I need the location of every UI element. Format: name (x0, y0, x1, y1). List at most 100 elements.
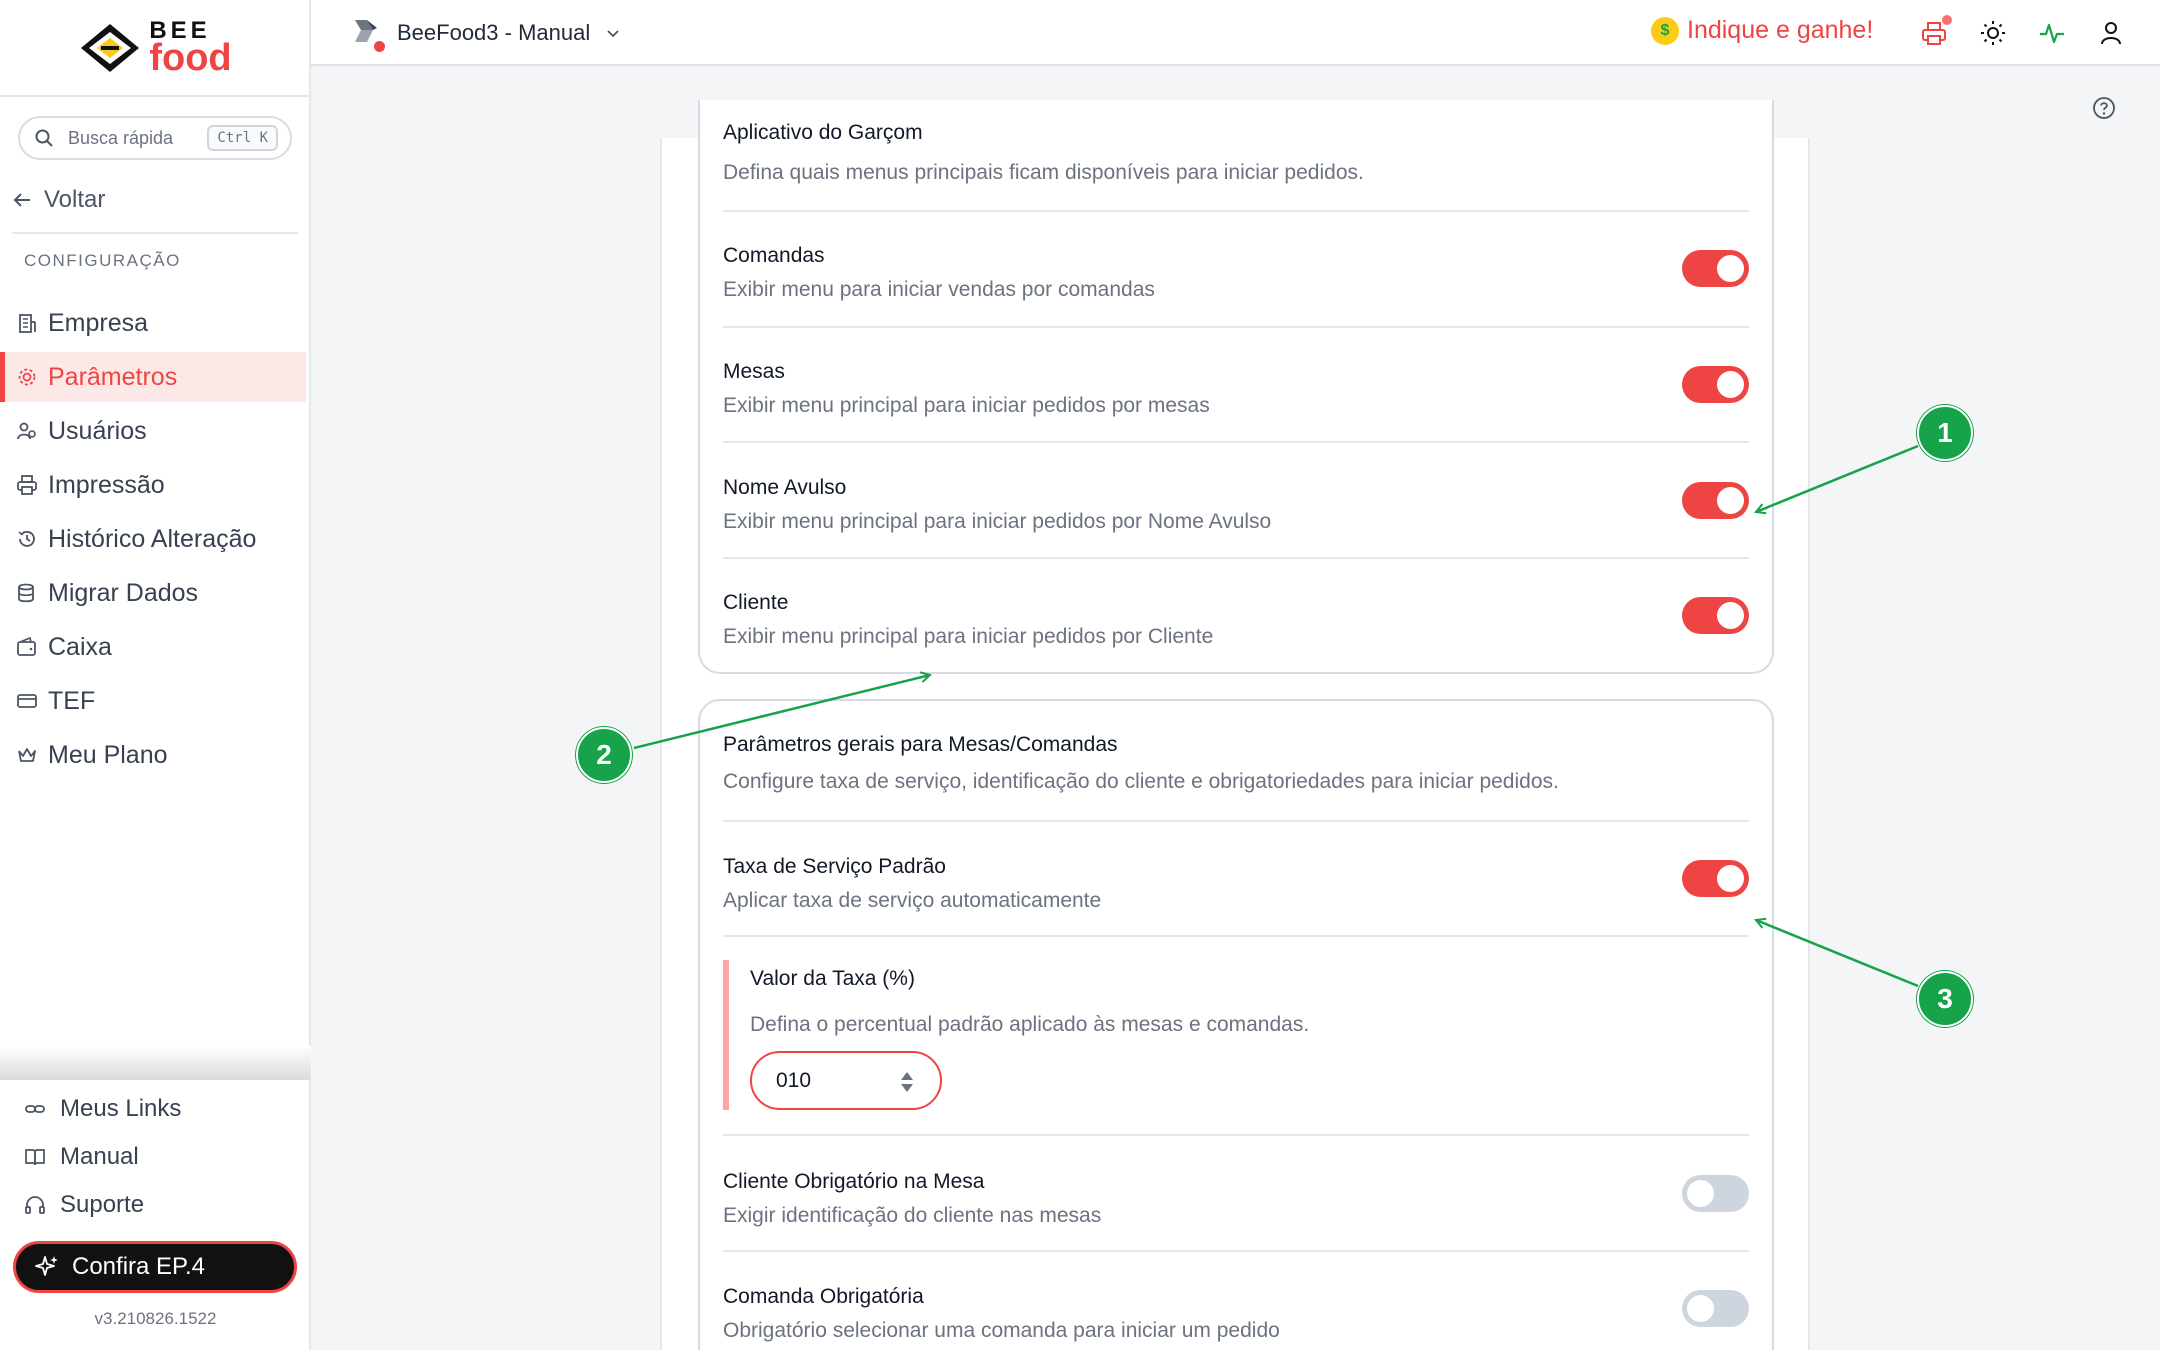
setting-title: Mesas (723, 360, 785, 383)
help-button[interactable] (2092, 96, 2116, 120)
toggle-knob (1687, 1180, 1714, 1207)
sidebar-item-label: Usuários (48, 416, 147, 445)
sidebar-item-caixa[interactable]: Caixa (0, 622, 311, 672)
link-label: Suporte (60, 1191, 145, 1218)
setting-desc: Exibir menu principal para iniciar pedid… (723, 394, 1210, 417)
group2-header-title: Parâmetros gerais para Mesas/Comandas (723, 733, 1118, 756)
status-button[interactable] (2038, 19, 2066, 47)
crown-icon (18, 748, 36, 762)
divider (723, 441, 1749, 443)
divider (723, 557, 1749, 559)
divider (723, 1134, 1749, 1136)
toggle-nome-avulso[interactable] (1682, 482, 1749, 519)
setting-row-mesas: Mesas Exibir menu principal para iniciar… (723, 360, 1749, 418)
link-label: Meus Links (60, 1095, 182, 1122)
sparkles-icon (35, 1256, 58, 1276)
link-suporte[interactable]: Suporte (0, 1181, 311, 1229)
sidebar-item-label: Parâmetros (48, 362, 178, 391)
toggle-knob (1717, 255, 1744, 282)
divider (723, 210, 1749, 212)
toggle-knob (1717, 602, 1744, 629)
activity-icon (2040, 23, 2064, 44)
fee-value-text: 010 (776, 1068, 812, 1092)
company-status-dot (374, 41, 385, 52)
toggle-cliente[interactable] (1682, 597, 1749, 634)
toggle-comanda-obrigatoria[interactable] (1682, 1290, 1749, 1327)
company-selector[interactable]: BeeFood3 - Manual (347, 14, 622, 52)
sidebar-item-meu-plano[interactable]: Meu Plano (0, 730, 311, 780)
setting-title: Comanda Obrigatória (723, 1285, 924, 1308)
toggle-cliente-obrigatorio[interactable] (1682, 1175, 1749, 1212)
sun-icon (1981, 21, 2005, 45)
toggle-knob (1687, 1295, 1714, 1322)
promo-button[interactable]: Confira EP.4 (13, 1241, 297, 1293)
user-menu-button[interactable] (2097, 19, 2125, 47)
sidebar-item-label: Migrar Dados (48, 578, 199, 607)
link-manual[interactable]: Manual (0, 1133, 311, 1181)
sidebar-bottom-shade (0, 1046, 311, 1080)
referral-link[interactable]: $ Indique e ganhe! (1651, 16, 1873, 45)
back-link[interactable]: Voltar (12, 186, 105, 214)
sidebar-item-empresa[interactable]: Empresa (0, 298, 311, 348)
fee-value-title: Valor da Taxa (%) (750, 967, 915, 990)
quick-search[interactable]: Busca rápida Ctrl K (18, 116, 292, 160)
brand-logo[interactable]: BEE food (0, 0, 311, 97)
database-icon (18, 583, 34, 603)
logo-text-food: food (149, 36, 232, 79)
sidebar-item-label: Meu Plano (48, 740, 168, 769)
money-face-icon: $ (1651, 16, 1679, 45)
section-label: CONFIGURAÇÃO (24, 251, 181, 270)
setting-row-cliente: Cliente Exibir menu principal para inici… (723, 591, 1749, 649)
fee-value-input[interactable]: 010 (750, 1051, 942, 1110)
search-shortcut-badge: Ctrl K (207, 125, 278, 151)
chevron-down-icon (607, 30, 619, 38)
sidebar-item-parametros[interactable]: Parâmetros (0, 352, 306, 402)
sidebar-item-usuarios[interactable]: Usuários (0, 406, 311, 456)
sidebar-item-impressao[interactable]: Impressão (0, 460, 311, 510)
search-icon (35, 129, 53, 147)
headset-icon (25, 1196, 45, 1214)
divider (723, 1250, 1749, 1252)
setting-desc: Exibir menu principal para iniciar pedid… (723, 510, 1272, 533)
annotation-badge-3: 3 (1917, 971, 1973, 1027)
sidebar-nav: Empresa Parâmetros Usuários Impressão Hi… (0, 298, 311, 784)
setting-desc: Exibir menu para iniciar vendas por coma… (723, 278, 1155, 301)
gear-icon (18, 368, 36, 386)
theme-toggle-button[interactable] (1979, 19, 2007, 47)
sidebar-item-label: Impressão (48, 470, 165, 499)
toggle-mesas[interactable] (1682, 366, 1749, 403)
group1-header-title: Aplicativo do Garçom (723, 121, 923, 144)
stepper-icon[interactable] (900, 1070, 914, 1094)
sidebar-item-label: TEF (48, 686, 96, 715)
toggle-knob (1717, 865, 1744, 892)
sidebar-item-historico[interactable]: Histórico Alteração (0, 514, 311, 564)
annotation-badge-2: 2 (576, 727, 632, 783)
divider (723, 326, 1749, 328)
printer-icon (17, 475, 37, 495)
setting-row-nome-avulso: Nome Avulso Exibir menu principal para i… (723, 476, 1749, 534)
divider (723, 935, 1749, 937)
sidebar-item-label: Histórico Alteração (48, 524, 257, 553)
wallet-icon (17, 636, 36, 656)
setting-desc: Exibir menu principal para iniciar pedid… (723, 625, 1214, 648)
group1-header-clip: Aplicativo do Garçom (723, 100, 1749, 144)
user-icon (2101, 22, 2121, 45)
link-meus-links[interactable]: Meus Links (0, 1085, 311, 1133)
book-icon (25, 1149, 45, 1166)
building-icon (19, 314, 36, 333)
annotation-badge-1: 1 (1917, 405, 1973, 461)
printer-button[interactable] (1920, 15, 1952, 47)
link-icon (25, 1105, 45, 1113)
sidebar-bottom-links: Meus Links Manual Suporte (0, 1085, 311, 1229)
toggle-service-fee[interactable] (1682, 860, 1749, 897)
toggle-comandas[interactable] (1682, 250, 1749, 287)
referral-label: Indique e ganhe! (1687, 16, 1874, 44)
sidebar-item-tef[interactable]: TEF (0, 676, 311, 726)
setting-title: Comandas (723, 244, 825, 267)
top-bar: BeeFood3 - Manual $ Indique e ganhe! (311, 0, 2160, 66)
sidebar-item-label: Caixa (48, 632, 112, 661)
sidebar-item-migrar-dados[interactable]: Migrar Dados (0, 568, 311, 618)
company-logo (347, 14, 385, 52)
link-label: Manual (60, 1143, 139, 1170)
fee-accent-bar (723, 960, 729, 1110)
